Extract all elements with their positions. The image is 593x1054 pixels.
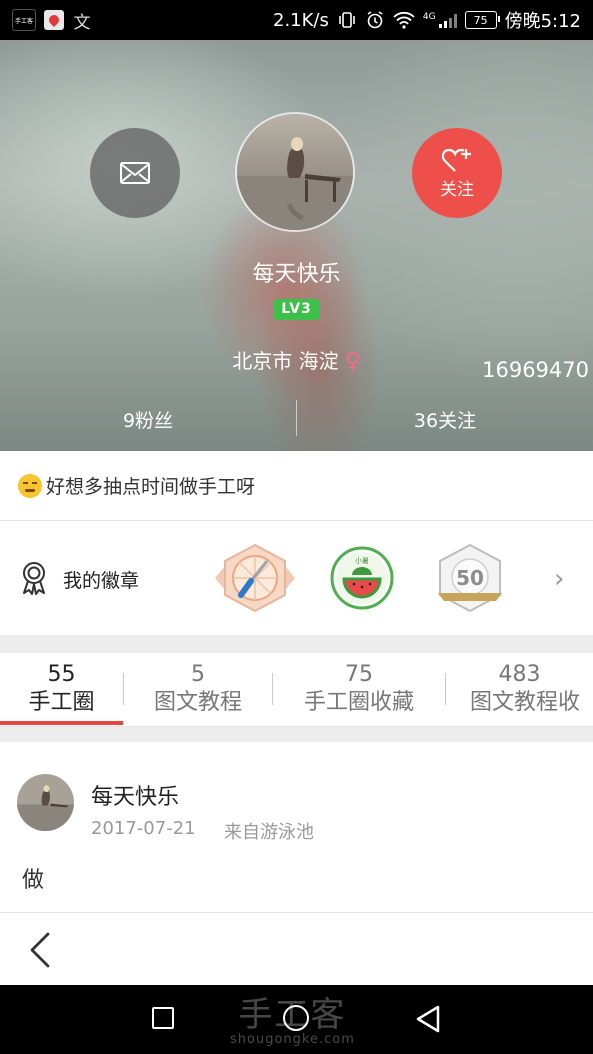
tab-count: 5 <box>191 662 205 687</box>
user-id: 16969470 <box>482 358 589 382</box>
tab-label: 手工圈 <box>28 690 95 715</box>
screwdriver-badge-icon[interactable] <box>215 543 295 613</box>
status-right-icons: 2.1K/s 4G 75 傍晚5:12 <box>273 6 581 34</box>
system-navigation-bar: 手工客 shougongke.com <box>0 985 593 1054</box>
tab-circle-favorites[interactable]: 75 手工圈收藏 <box>273 661 445 717</box>
map-pin-icon <box>46 12 62 28</box>
vibrate-icon <box>339 12 355 28</box>
clock: 傍晚5:12 <box>504 11 581 32</box>
watermark-sub: shougongke.com <box>230 1032 355 1047</box>
active-tab-indicator <box>0 721 123 725</box>
badges-title: 我的徽章 <box>63 570 140 592</box>
post-source: 来自游泳池 <box>224 822 314 843</box>
badge-50-number: 50 <box>456 566 484 590</box>
signature-text: 好想多抽点时间做手工呀 <box>46 476 256 498</box>
cell-signal-icon: 4G <box>423 12 457 28</box>
tab-handcraft-circle[interactable]: 55 手工圈 <box>0 661 123 717</box>
post-card[interactable]: 每天快乐 2017-07-21 来自游泳池 做 <box>0 742 593 913</box>
watermelon-badge-label: 小暑 <box>355 556 369 565</box>
wifi-icon <box>393 11 415 29</box>
battery-level: 75 <box>473 13 488 27</box>
tab-count: 75 <box>345 662 373 687</box>
avatar-image <box>17 774 74 831</box>
tab-count: 483 <box>498 662 541 687</box>
annoyed-face-icon <box>18 473 42 498</box>
nav-back-icon[interactable] <box>414 1004 442 1034</box>
following-count[interactable]: 36关注 <box>297 406 593 433</box>
level-badge: LV3 <box>274 299 319 320</box>
location-text: 北京市 海淀 <box>232 349 339 373</box>
content-tabs: 55 手工圈 5 图文教程 75 手工圈收藏 483 图文教程收 <box>0 653 593 727</box>
status-bar: 手工客 文 2.1K/s 4G 75 傍晚5:12 <box>0 0 593 40</box>
heart-plus-icon <box>442 148 471 172</box>
input-method-icon: 文 <box>72 10 92 33</box>
tab-label: 图文教程收 <box>470 690 581 715</box>
post-content: 做 <box>22 868 45 893</box>
tab-label: 手工圈收藏 <box>303 690 414 715</box>
post-author-avatar[interactable] <box>17 774 74 831</box>
profile-avatar[interactable] <box>235 112 355 232</box>
post-date: 2017-07-21 <box>91 818 196 839</box>
tab-tutorials[interactable]: 5 图文教程 <box>124 661 272 717</box>
ime-label: 文 <box>73 12 91 33</box>
medal-icon <box>23 562 45 595</box>
recent-apps-icon[interactable] <box>152 1007 174 1029</box>
female-icon: ♀ <box>344 349 361 374</box>
follow-label: 关注 <box>440 179 474 200</box>
maps-app-icon <box>44 10 64 30</box>
home-icon[interactable] <box>283 1005 309 1031</box>
network-speed: 2.1K/s <box>273 9 329 31</box>
status-left-icons: 手工客 文 <box>12 8 92 33</box>
follow-button[interactable]: 关注 <box>412 128 502 218</box>
badges-more-chevron-icon[interactable]: › <box>554 564 564 594</box>
profile-username: 每天快乐 <box>252 262 341 287</box>
tab-count: 55 <box>47 662 76 687</box>
message-button[interactable] <box>90 128 180 218</box>
alarm-icon <box>367 11 383 29</box>
tab-label: 图文教程 <box>153 690 242 715</box>
badges-row[interactable]: 我的徽章 小暑 50 › <box>0 521 593 635</box>
app-root: 手工客 文 2.1K/s 4G 75 傍晚5:12 关注 每天快乐 LV3 北京… <box>0 0 593 1054</box>
bottom-toolbar <box>0 913 593 985</box>
envelope-icon <box>120 162 150 184</box>
app-icon-label: 手工客 <box>14 17 33 25</box>
fans-count[interactable]: 9粉丝 <box>0 406 296 433</box>
post-author-name[interactable]: 每天快乐 <box>91 779 179 811</box>
profile-header: 关注 每天快乐 LV3 北京市 海淀 ♀ 16969470 9粉丝 36关注 <box>0 40 593 451</box>
avatar-image <box>237 114 353 230</box>
battery-icon: 75 <box>464 11 500 29</box>
tab-tutorial-favorites[interactable]: 483 图文教程收 <box>446 661 593 717</box>
watermelon-badge-icon[interactable]: 小暑 <box>322 543 402 613</box>
signature-row: 好想多抽点时间做手工呀 <box>0 451 593 521</box>
shougongke-app-icon: 手工客 <box>12 9 36 31</box>
anniversary-50-badge-icon[interactable]: 50 <box>430 543 510 613</box>
back-arrow-icon[interactable] <box>28 931 52 969</box>
network-type: 4G <box>422 12 436 22</box>
